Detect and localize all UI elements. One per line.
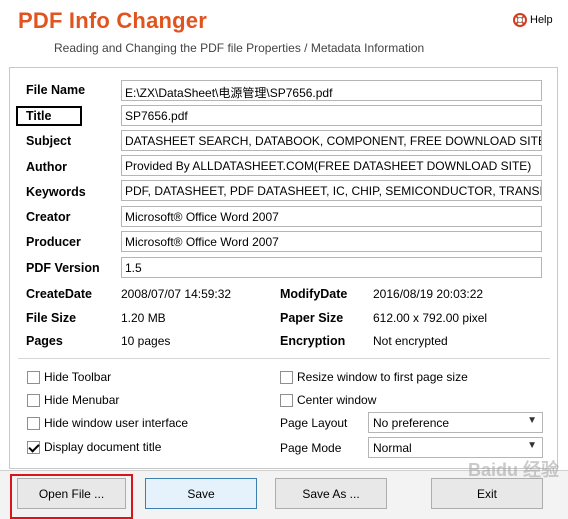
author-field[interactable]: Provided By ALLDATASHEET.COM(FREE DATASH… <box>121 155 542 176</box>
help-link[interactable]: Help <box>513 13 553 27</box>
hide-window-ui-checkbox[interactable]: Hide window user interface <box>27 416 188 430</box>
chevron-down-icon[interactable]: ▼ <box>527 440 537 451</box>
paper-size-value: 612.00 x 792.00 pixel <box>373 311 488 325</box>
lifebuoy-icon <box>513 13 527 27</box>
producer-field[interactable]: Microsoft® Office Word 2007 <box>121 231 542 252</box>
file-size-label: File Size <box>26 311 77 325</box>
help-label[interactable]: Help <box>530 14 553 26</box>
page-layout-value: No preference <box>373 416 450 430</box>
app-subtitle: Reading and Changing the PDF file Proper… <box>54 41 425 55</box>
save-as-label: Save As ... <box>302 486 360 501</box>
file-size-value: 1.20 MB <box>121 311 166 325</box>
subject-field[interactable]: DATASHEET SEARCH, DATABOOK, COMPONENT, F… <box>121 130 542 151</box>
pdf-version-field[interactable]: 1.5 <box>121 257 542 278</box>
page-layout-select[interactable]: No preference ▼ <box>368 412 543 433</box>
save-as-button[interactable]: Save As ... <box>275 478 387 509</box>
title-label: Title <box>26 109 52 123</box>
modify-date-value: 2016/08/19 20:03:22 <box>373 287 484 301</box>
page-mode-label: Page Mode <box>280 441 342 455</box>
create-date-label: CreateDate <box>26 287 93 301</box>
exit-label: Exit <box>476 486 497 501</box>
checkbox-box[interactable] <box>280 393 293 407</box>
hide-menubar-checkbox[interactable]: Hide Menubar <box>27 393 119 407</box>
main-panel: File Name E:\ZX\DataSheet\电源管理\SP7656.pd… <box>9 67 558 469</box>
open-file-highlight-box <box>10 474 133 519</box>
checkbox-box[interactable] <box>27 393 40 407</box>
page-mode-value: Normal <box>373 441 412 455</box>
save-label: Save <box>187 486 215 501</box>
create-date-value: 2008/07/07 14:59:32 <box>121 287 232 301</box>
encryption-value: Not encrypted <box>373 334 448 348</box>
keywords-field[interactable]: PDF, DATASHEET, PDF DATASHEET, IC, CHIP,… <box>121 180 542 201</box>
author-label: Author <box>26 160 67 174</box>
hide-window-ui-label: Hide window user interface <box>44 416 189 430</box>
section-divider <box>18 358 550 359</box>
center-window-checkbox[interactable]: Center window <box>280 393 376 407</box>
encryption-label: Encryption <box>280 334 346 348</box>
keywords-label: Keywords <box>26 185 86 199</box>
hide-toolbar-label: Hide Toolbar <box>44 370 112 384</box>
hide-menubar-label: Hide Menubar <box>44 393 120 407</box>
checkbox-box[interactable] <box>27 416 40 430</box>
checkbox-box[interactable] <box>27 370 40 384</box>
pages-value: 10 pages <box>121 334 171 348</box>
pages-label: Pages <box>26 334 63 348</box>
hide-toolbar-checkbox[interactable]: Hide Toolbar <box>27 370 111 384</box>
page-layout-label: Page Layout <box>280 416 348 430</box>
creator-field[interactable]: Microsoft® Office Word 2007 <box>121 206 542 227</box>
producer-label: Producer <box>26 235 81 249</box>
page-mode-select[interactable]: Normal ▼ <box>368 437 543 458</box>
file-name-label: File Name <box>26 83 86 97</box>
title-field[interactable]: SP7656.pdf <box>121 105 542 126</box>
header: PDF Info Changer Reading and Changing th… <box>0 0 568 64</box>
resize-window-label: Resize window to first page size <box>297 370 468 384</box>
display-doc-title-checkbox[interactable]: Display document title <box>27 440 161 454</box>
checkbox-box-checked[interactable] <box>27 440 40 454</box>
chevron-down-icon[interactable]: ▼ <box>527 415 537 426</box>
app-title: PDF Info Changer <box>18 8 207 33</box>
center-window-label: Center window <box>297 393 377 407</box>
modify-date-label: ModifyDate <box>280 287 348 301</box>
baidu-watermark: Baidu 经验 <box>468 460 560 480</box>
display-doc-title-label: Display document title <box>44 440 162 454</box>
save-button[interactable]: Save <box>145 478 257 509</box>
exit-button[interactable]: Exit <box>431 478 543 509</box>
resize-window-checkbox[interactable]: Resize window to first page size <box>280 370 468 384</box>
file-name-field[interactable]: E:\ZX\DataSheet\电源管理\SP7656.pdf <box>121 80 542 101</box>
pdf-version-label: PDF Version <box>26 261 100 275</box>
creator-label: Creator <box>26 210 71 224</box>
paper-size-label: Paper Size <box>280 311 344 325</box>
subject-label: Subject <box>26 134 72 148</box>
checkbox-box[interactable] <box>280 370 293 384</box>
